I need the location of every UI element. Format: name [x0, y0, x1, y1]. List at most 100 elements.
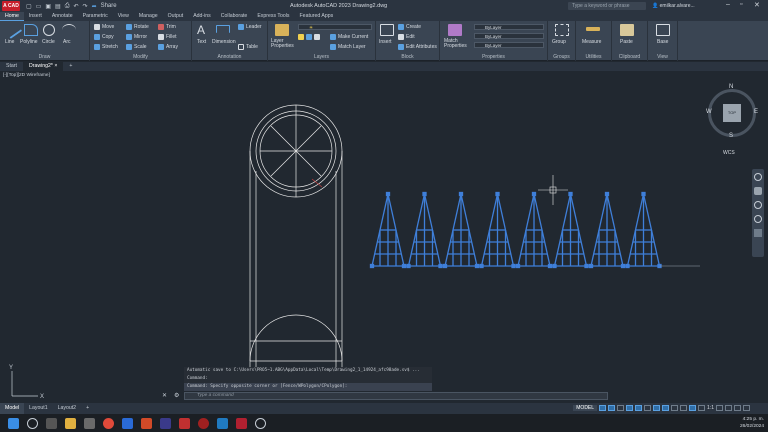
tab-model[interactable]: Model: [0, 403, 25, 414]
circle-button[interactable]: Circle: [42, 39, 55, 45]
infer-icon[interactable]: [617, 405, 625, 411]
share-icon[interactable]: ➦: [92, 3, 97, 10]
layer-properties-button[interactable]: Layer Properties: [271, 39, 295, 49]
tab-collaborate[interactable]: Collaborate: [216, 12, 253, 21]
chrome-icon[interactable]: [103, 417, 114, 429]
table-button[interactable]: Table: [238, 44, 258, 50]
tab-annotate[interactable]: Annotate: [47, 12, 78, 21]
autocad-icon[interactable]: [179, 417, 190, 429]
annotation-panel-title[interactable]: Annotation: [192, 54, 267, 60]
compass-w[interactable]: W: [706, 109, 712, 115]
osnap-icon[interactable]: [662, 405, 670, 411]
wcs-menu[interactable]: WCS: [723, 150, 735, 156]
fillet-button[interactable]: Fillet: [158, 34, 177, 40]
orbit-icon[interactable]: [754, 215, 762, 223]
tab-view[interactable]: View: [113, 12, 134, 21]
block-panel-title[interactable]: Block: [376, 54, 439, 60]
base-button[interactable]: Base: [657, 39, 668, 45]
paste-button[interactable]: Paste: [620, 39, 633, 45]
layers-panel-title[interactable]: Layers: [268, 54, 375, 60]
tab-home[interactable]: Home: [0, 12, 24, 21]
snap-icon[interactable]: [608, 405, 616, 411]
units-icon[interactable]: [725, 405, 732, 411]
close-icon[interactable]: ✕: [754, 1, 760, 9]
model-space-button[interactable]: MODEL: [573, 405, 598, 411]
search-icon[interactable]: [27, 417, 38, 429]
edit-attributes-button[interactable]: Edit Attributes: [398, 44, 437, 50]
tab-drawing[interactable]: Drawing2* ×: [22, 62, 64, 71]
plot-icon[interactable]: ⎙: [65, 3, 70, 10]
tab-start[interactable]: Start: [0, 62, 23, 71]
compass-s[interactable]: S: [729, 133, 733, 139]
grid-icon[interactable]: [599, 405, 607, 411]
file-explorer-icon[interactable]: [65, 417, 76, 429]
dynamic-input-icon[interactable]: [626, 405, 634, 411]
system-tray-clock[interactable]: 4:25 p. m. 26/02/2024: [740, 416, 764, 430]
rotate-button[interactable]: Rotate: [126, 24, 149, 30]
search-input[interactable]: Type a keyword or phrase: [568, 2, 646, 10]
full-navigation-wheel-icon[interactable]: [754, 173, 762, 181]
clipboard-panel-title[interactable]: Clipboard: [612, 54, 647, 60]
save-as-icon[interactable]: ▤: [55, 3, 61, 10]
lineweight-dropdown[interactable]: ByLayer: [474, 42, 544, 48]
edge-icon[interactable]: [217, 417, 228, 429]
customize-icon[interactable]: ⚙: [174, 392, 179, 399]
create-block-button[interactable]: Create: [398, 24, 421, 30]
otrack-icon[interactable]: [671, 405, 679, 411]
linetype-dropdown[interactable]: ByLayer: [474, 33, 544, 39]
make-current-button[interactable]: Make Current: [330, 34, 368, 40]
new-icon[interactable]: ▢: [26, 3, 32, 10]
pan-icon[interactable]: [754, 187, 762, 195]
viewcube-top-face[interactable]: TOP: [723, 104, 741, 122]
transparency-icon[interactable]: [689, 405, 697, 411]
properties-panel-title[interactable]: Properties: [440, 54, 547, 60]
new-tab-button[interactable]: +: [63, 62, 78, 71]
tab-insert[interactable]: Insert: [24, 12, 47, 21]
customization-menu-icon[interactable]: [743, 405, 750, 411]
windows-start-icon[interactable]: [8, 417, 19, 429]
array-button[interactable]: Array: [158, 44, 178, 50]
maximize-icon[interactable]: ▫: [740, 1, 742, 8]
app-icon[interactable]: [160, 417, 171, 429]
application-menu-button[interactable]: A CAD: [2, 1, 20, 11]
tab-manage[interactable]: Manage: [134, 12, 163, 21]
group-button[interactable]: Group: [552, 39, 566, 45]
tab-layout1[interactable]: Layout1: [24, 403, 52, 414]
close-tab-icon[interactable]: ×: [54, 63, 57, 69]
command-input[interactable]: Type a command: [184, 392, 608, 400]
trim-button[interactable]: Trim: [158, 24, 176, 30]
tab-parametric[interactable]: Parametric: [78, 12, 113, 21]
tab-layout2[interactable]: Layout2: [53, 403, 81, 414]
match-layer-button[interactable]: Match Layer: [330, 44, 366, 50]
tab-express-tools[interactable]: Express Tools: [252, 12, 294, 21]
tab-featured-apps[interactable]: Featured Apps: [295, 12, 339, 21]
copy-button[interactable]: Copy: [94, 34, 114, 40]
utilities-panel-title[interactable]: Utilities: [576, 54, 611, 60]
layer-dropdown[interactable]: ☀: [298, 24, 372, 30]
share-button[interactable]: Share: [101, 3, 117, 9]
showmotion-icon[interactable]: [754, 229, 762, 237]
compass-n[interactable]: N: [729, 84, 733, 90]
task-view-icon[interactable]: [46, 417, 57, 429]
app-2-icon[interactable]: [255, 417, 266, 429]
color-dropdown[interactable]: ByLayer: [474, 24, 544, 30]
close-command-line-icon[interactable]: ✕: [162, 392, 167, 399]
word-icon[interactable]: [122, 417, 133, 429]
mirror-button[interactable]: Mirror: [126, 34, 147, 40]
groups-panel-title[interactable]: Groups: [548, 54, 575, 60]
calculator-icon[interactable]: [84, 417, 95, 429]
text-button[interactable]: Text: [197, 39, 206, 45]
compass-e[interactable]: E: [754, 109, 758, 115]
zoom-icon[interactable]: [754, 201, 762, 209]
lineweight-icon[interactable]: [680, 405, 688, 411]
fullscreen-icon[interactable]: [734, 405, 741, 411]
minimize-icon[interactable]: –: [726, 1, 730, 8]
tab-output[interactable]: Output: [163, 12, 189, 21]
workspace-icon[interactable]: [716, 405, 723, 411]
arc-button[interactable]: Arc: [63, 39, 71, 45]
insert-button[interactable]: Insert: [379, 39, 392, 45]
scale-button[interactable]: Scale: [126, 44, 147, 50]
selection-cycling-icon[interactable]: [698, 405, 706, 411]
draw-panel-title[interactable]: Draw: [0, 54, 89, 60]
polar-icon[interactable]: [644, 405, 652, 411]
